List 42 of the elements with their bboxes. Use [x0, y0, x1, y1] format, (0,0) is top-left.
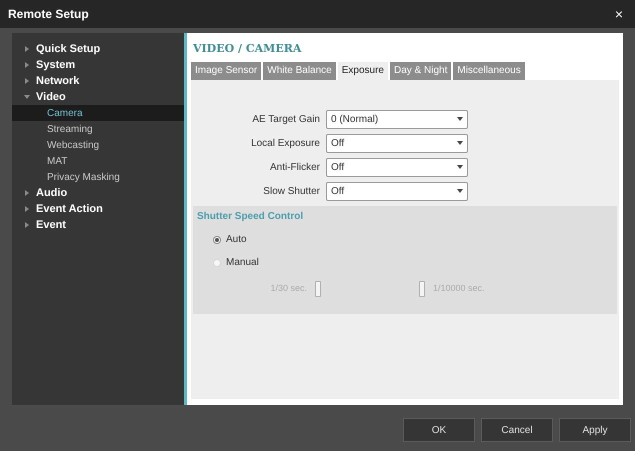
- group-title: Shutter Speed Control: [197, 210, 304, 224]
- sidebar-item[interactable]: System: [36, 56, 76, 74]
- caret-icon: [457, 165, 463, 169]
- expander-icon[interactable]: [24, 190, 30, 196]
- window-title: Remote Setup: [8, 6, 89, 23]
- sidebar-item[interactable]: Streaming: [12, 121, 184, 137]
- expander-icon[interactable]: [24, 46, 30, 52]
- expander-icon[interactable]: [24, 222, 30, 228]
- expander-icon[interactable]: [24, 78, 30, 84]
- dialog-button[interactable]: Apply: [559, 418, 631, 442]
- sidebar-item[interactable]: Audio: [36, 184, 68, 202]
- sidebar-item[interactable]: Quick Setup: [36, 40, 100, 58]
- sidebar-item[interactable]: Event Action: [36, 200, 103, 218]
- field-label: Anti-Flicker: [268, 160, 321, 174]
- caret-icon: [457, 117, 463, 121]
- sidebar-item[interactable]: Event: [36, 216, 66, 234]
- radio-label: Manual: [226, 256, 259, 270]
- dropdown[interactable]: Off: [326, 182, 468, 200]
- caret-icon: [457, 189, 463, 193]
- expander-icon[interactable]: [24, 206, 30, 212]
- radio-button[interactable]: [213, 236, 221, 244]
- field-label: AE Target Gain: [251, 112, 321, 126]
- sidebar-item[interactable]: Video: [36, 88, 66, 106]
- sidebar-item[interactable]: Webcasting: [12, 137, 184, 153]
- sidebar-item[interactable]: Network: [36, 72, 80, 90]
- radio-label: Auto: [226, 233, 247, 247]
- field-label: Local Exposure: [250, 136, 321, 150]
- sidebar-item[interactable]: Privacy Masking: [12, 169, 184, 185]
- field-label: Slow Shutter: [262, 184, 321, 198]
- sidebar-item[interactable]: Camera: [12, 105, 184, 121]
- dialog-button[interactable]: OK: [403, 418, 475, 442]
- dropdown[interactable]: 0 (Normal): [326, 110, 468, 128]
- section-title: VIDEO / CAMERA: [193, 41, 302, 57]
- sidebar-item[interactable]: MAT: [12, 153, 184, 169]
- dialog-button[interactable]: Cancel: [481, 418, 553, 442]
- expander-icon[interactable]: [24, 62, 30, 68]
- dropdown[interactable]: Off: [326, 158, 468, 176]
- caret-icon: [457, 141, 463, 145]
- close-button[interactable]: ×: [610, 4, 627, 24]
- dropdown[interactable]: Off: [326, 134, 468, 152]
- tab[interactable]: Exposure: [338, 62, 388, 80]
- expander-icon[interactable]: [24, 94, 30, 100]
